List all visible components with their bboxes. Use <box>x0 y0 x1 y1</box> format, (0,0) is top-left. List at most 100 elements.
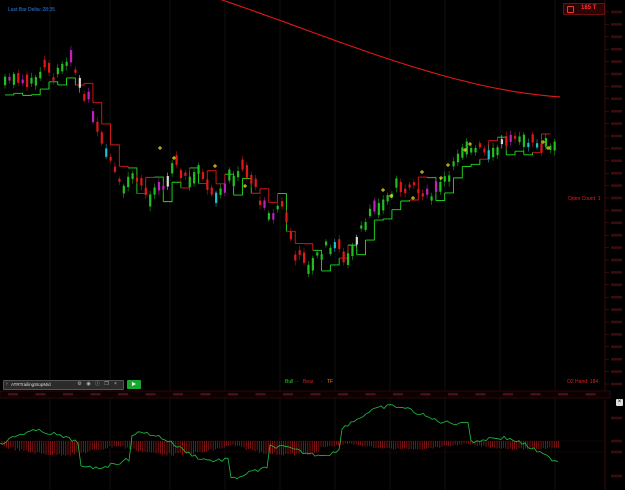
candle-body <box>179 169 183 179</box>
signal-cross <box>213 164 217 168</box>
signal-cross <box>420 170 424 174</box>
candle-body <box>351 245 354 257</box>
signal-cross <box>381 188 385 192</box>
candle-body <box>263 200 266 208</box>
trail-segment-bull <box>383 209 393 220</box>
eye-icon[interactable]: ◉ <box>86 382 91 387</box>
candle-body <box>421 193 424 197</box>
candle-body <box>223 183 227 193</box>
candle-body <box>109 157 112 161</box>
candle-body <box>417 188 420 194</box>
candle-body <box>157 181 161 191</box>
position-count: 185 <box>581 5 592 11</box>
candle-body <box>12 73 15 85</box>
legend-separator: · <box>321 379 323 385</box>
candle-body <box>184 172 187 176</box>
signal-cross <box>446 163 450 167</box>
close-pane-button[interactable]: × <box>616 399 623 406</box>
candle-body <box>166 176 169 187</box>
candle-body <box>430 196 433 201</box>
close-icon[interactable]: × <box>113 382 118 387</box>
candle-body <box>426 188 429 195</box>
position-badge[interactable]: 185 T <box>563 3 605 15</box>
candle-body <box>514 135 517 139</box>
time-tick-label <box>530 393 541 396</box>
signal-cross <box>243 184 247 188</box>
candle-body <box>175 155 178 165</box>
time-tick-label <box>63 393 73 396</box>
candle-body <box>245 165 249 178</box>
time-tick-label <box>338 393 348 396</box>
trail-segment-bull <box>515 150 525 155</box>
candle-body <box>522 134 526 147</box>
candle-body <box>267 213 271 220</box>
candle-body <box>96 121 99 132</box>
price-chart-canvas[interactable] <box>0 0 625 490</box>
candle-body <box>531 134 534 143</box>
candle-body <box>461 147 464 158</box>
time-tick-label <box>420 393 431 396</box>
candle-body <box>188 176 191 188</box>
candle-body <box>496 147 499 156</box>
price-tick-label <box>611 109 622 113</box>
osc-tick-label <box>611 474 622 478</box>
candle-body <box>492 147 495 158</box>
price-tick-label <box>611 122 622 125</box>
time-tick-label <box>118 393 128 396</box>
price-axis-ticks <box>605 10 622 386</box>
candle-body <box>289 231 292 240</box>
candle-body <box>329 247 332 255</box>
price-tick-label <box>611 258 622 262</box>
candle-body <box>470 148 473 153</box>
time-tick-label <box>585 393 596 396</box>
candle-body <box>21 79 24 84</box>
last-bar-delta: Last Bar Delta: 28:35 <box>8 7 55 13</box>
candle-body <box>536 143 539 148</box>
candle-body <box>69 50 73 63</box>
trail-segment-bull <box>66 77 76 86</box>
candle-body <box>386 195 389 202</box>
signal-cross <box>158 146 162 150</box>
o2-hand-label: O2 Hand: 184 <box>567 379 599 385</box>
candle-body <box>448 175 451 182</box>
play-icon <box>132 382 136 386</box>
indicator-name: ATRTrailingStopMid <box>11 382 51 387</box>
candle-body <box>56 67 59 75</box>
candle-body <box>298 250 301 255</box>
candle-body <box>127 176 130 188</box>
candle-body <box>215 192 218 203</box>
candle-body <box>443 176 446 182</box>
collapse-caret-icon[interactable]: › <box>6 381 8 387</box>
candle-body <box>100 132 103 144</box>
trail-segment-bull <box>172 181 182 188</box>
candle-body <box>228 169 231 181</box>
price-tick-label <box>611 382 622 386</box>
indicator-toolbar[interactable]: › ATRTrailingStopMid ⚙ ◉ ⓘ ❐ × <box>3 380 124 390</box>
candle-body <box>399 181 402 193</box>
candle-body <box>259 200 262 205</box>
candle-body <box>316 252 319 256</box>
price-tick-label <box>611 35 622 39</box>
candle-body <box>439 181 442 192</box>
candle-body <box>254 178 257 187</box>
candle-body <box>311 258 314 271</box>
copy-icon[interactable]: ❐ <box>104 382 109 387</box>
candle-body <box>131 173 134 179</box>
candle-body <box>368 208 372 217</box>
price-tick-label <box>611 196 622 200</box>
time-tick-label <box>228 393 238 396</box>
candle-body <box>338 239 341 249</box>
legend-tf: TF <box>327 379 334 385</box>
candle-body <box>434 181 438 192</box>
candle-body <box>78 77 81 88</box>
candle-body <box>25 74 29 88</box>
price-tick-label <box>611 345 622 349</box>
candle-body <box>302 252 306 264</box>
candle-body <box>30 77 33 84</box>
info-icon[interactable]: ⓘ <box>95 382 100 387</box>
candle-body <box>34 77 37 86</box>
gear-icon[interactable]: ⚙ <box>77 382 82 387</box>
candle-body <box>395 178 398 188</box>
play-button[interactable] <box>127 380 141 389</box>
trail-segment-bull <box>453 166 463 179</box>
